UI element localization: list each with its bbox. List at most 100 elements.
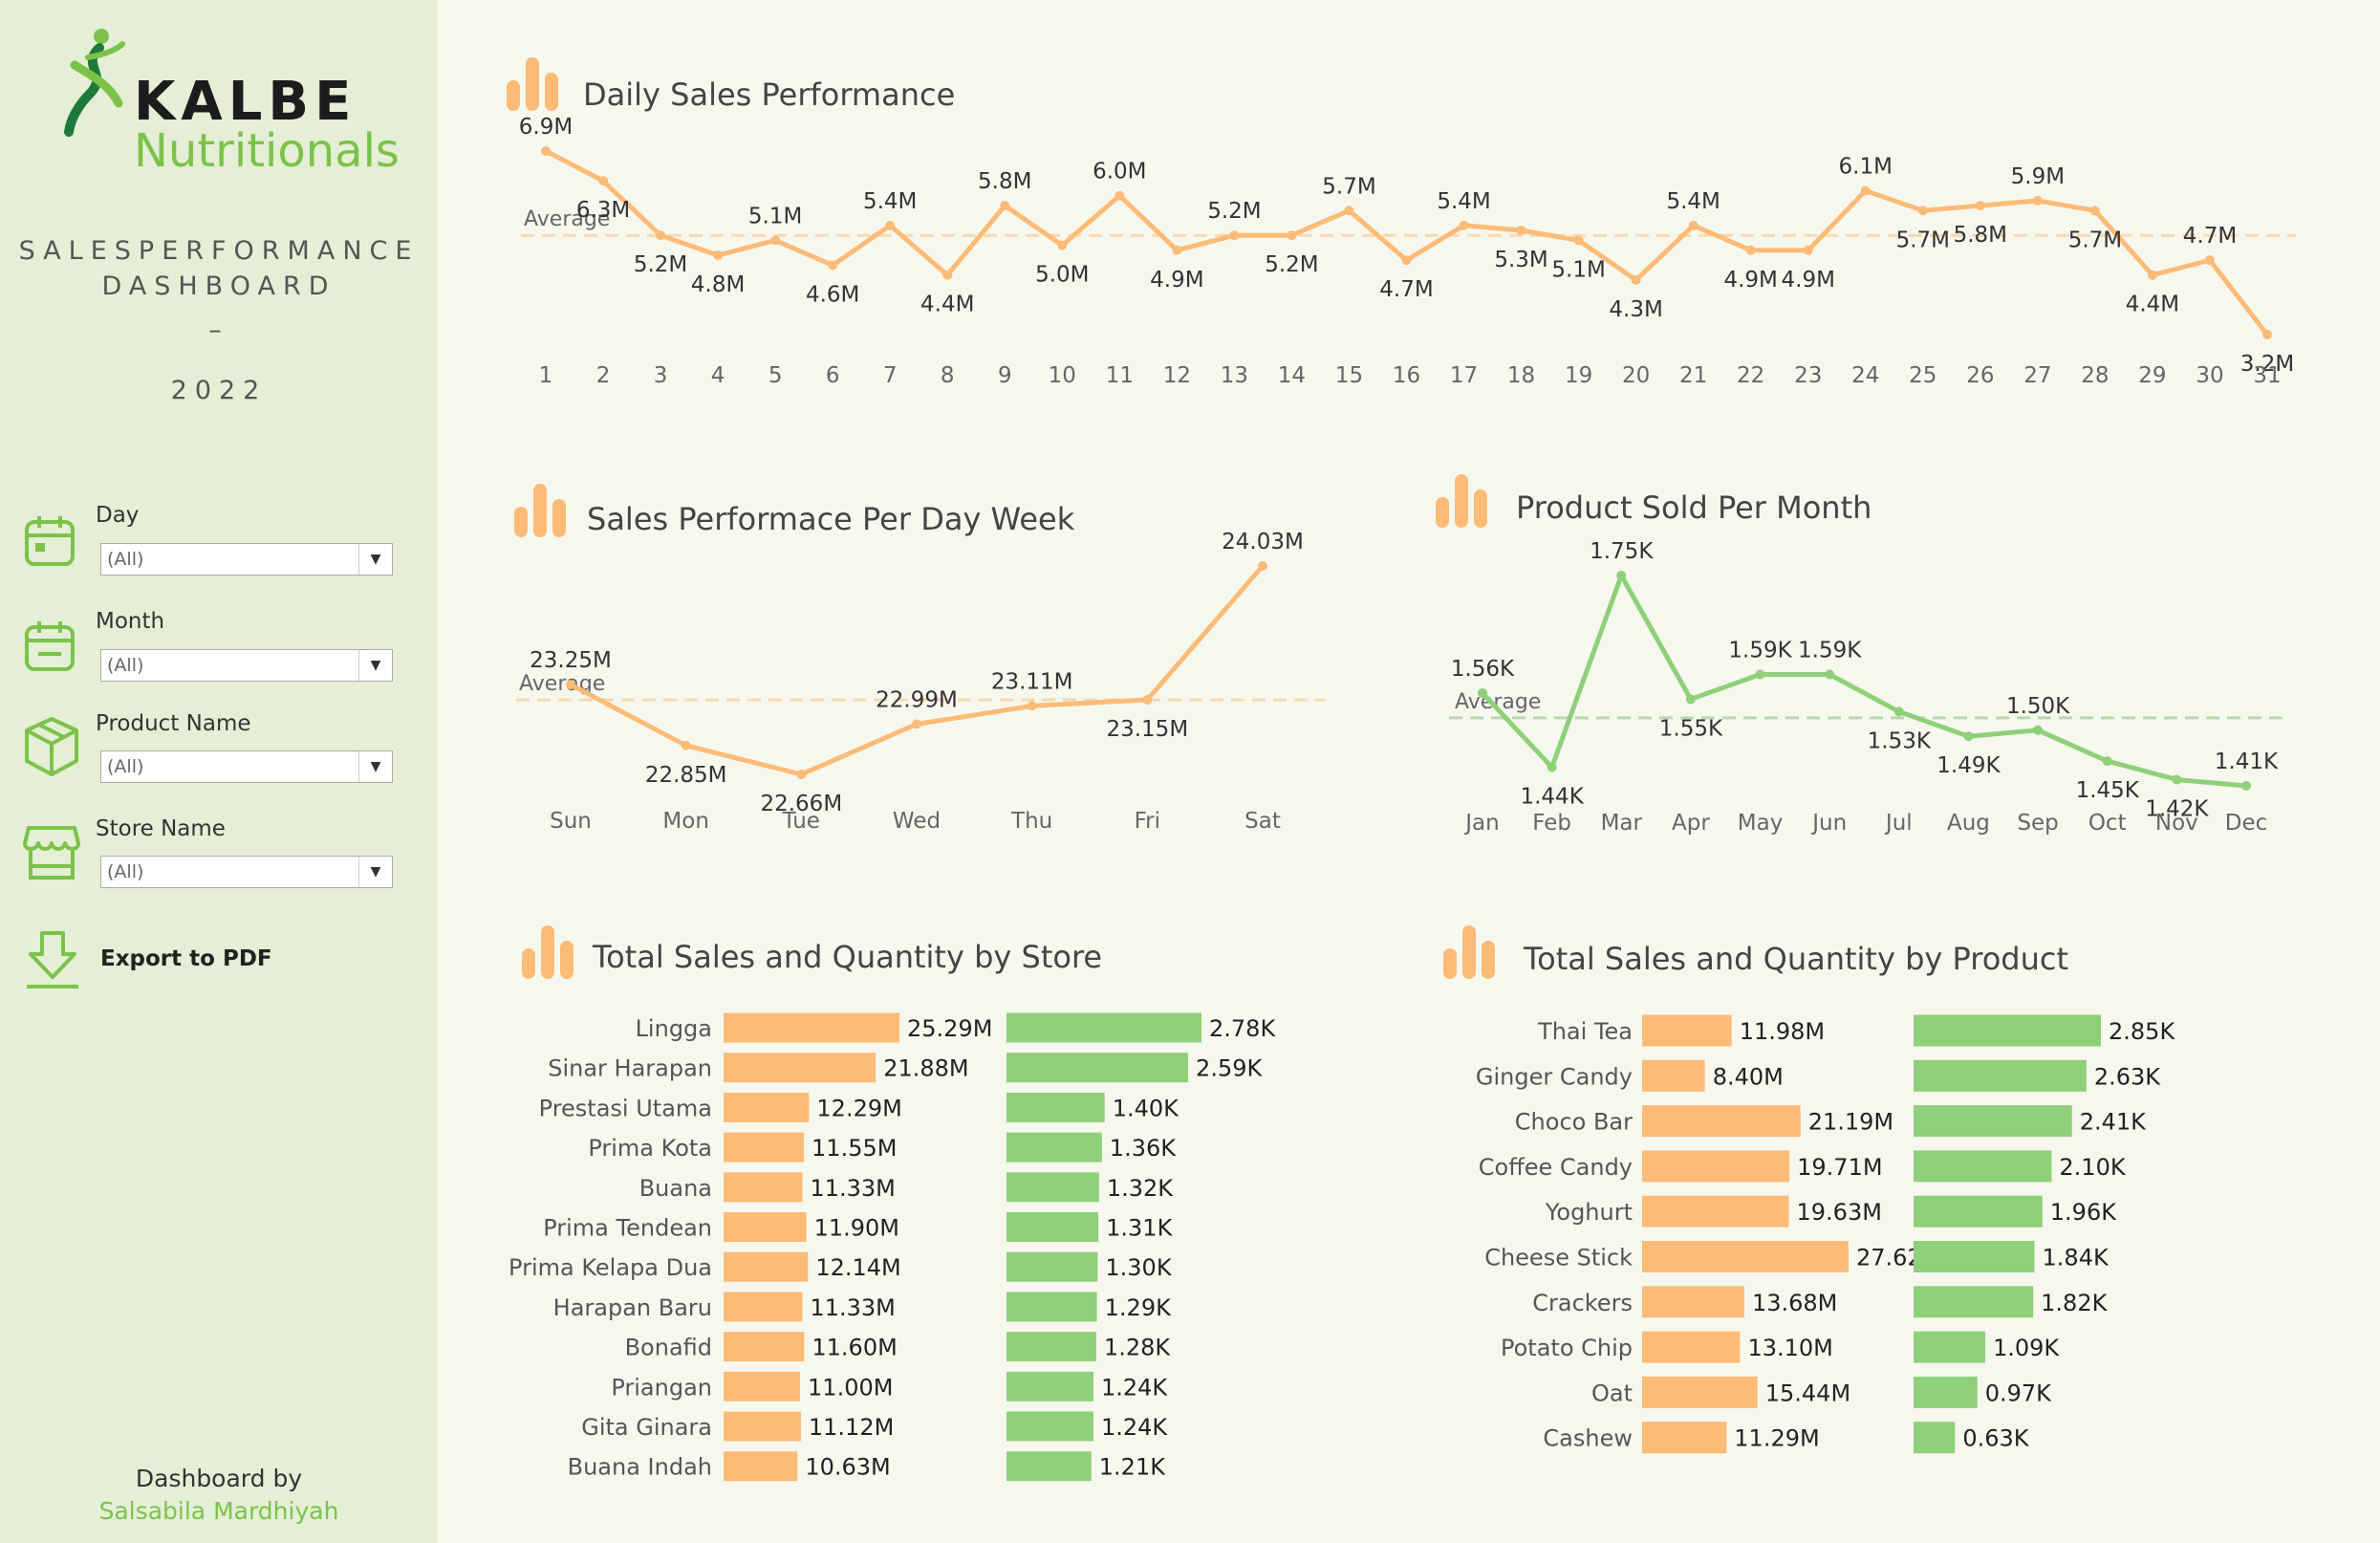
weekday-data-label: 23.11M	[991, 669, 1073, 694]
monthly-point	[2241, 781, 2251, 791]
monthly-data-label: 1.56K	[1451, 657, 1515, 682]
daily-tick-label: 29	[2138, 363, 2166, 388]
store-value-label: 11.33M	[810, 1294, 895, 1321]
store-bar	[1006, 1292, 1097, 1322]
monthly-tick-label: Feb	[1532, 811, 1571, 836]
product-bar	[1642, 1286, 1744, 1318]
daily-tick-label: 13	[1221, 363, 1248, 388]
daily-data-label: 6.3M	[576, 198, 630, 223]
daily-point	[1057, 240, 1068, 250]
daily-tick-label: 19	[1565, 363, 1592, 388]
daily-tick-label: 21	[1679, 363, 1707, 388]
daily-data-label: 6.1M	[1839, 155, 1893, 180]
daily-data-label: 4.4M	[2126, 293, 2179, 317]
weekday-tick-label: Sun	[550, 809, 592, 834]
weekday-tick-label: Sat	[1244, 809, 1281, 834]
daily-data-label: 4.4M	[920, 293, 974, 317]
monthly-data-label: 1.55K	[1659, 716, 1723, 741]
product-category-label: Cashew	[1543, 1425, 1633, 1452]
store-bar	[724, 1451, 798, 1482]
weekday-data-label: 22.99M	[876, 687, 958, 712]
monthly-data-label: 1.41K	[2215, 750, 2279, 774]
daily-data-label: 5.3M	[1494, 248, 1547, 272]
daily-data-label: 4.9M	[1782, 268, 1835, 293]
daily-tick-label: 26	[1966, 363, 1994, 388]
store-value-label: 11.12M	[809, 1414, 894, 1441]
store-category-label: Prima Kelapa Dua	[508, 1254, 712, 1281]
product-bar	[1914, 1376, 1978, 1408]
product-bar	[1642, 1059, 1705, 1092]
weekday-point	[1258, 561, 1267, 571]
store-bar	[724, 1292, 803, 1322]
store-bar	[1006, 1132, 1102, 1163]
monthly-tick-label: Mar	[1601, 811, 1643, 836]
daily-tick-label: 23	[1794, 363, 1822, 388]
daily-point	[2262, 330, 2272, 339]
daily-tick-label: 6	[826, 363, 840, 388]
daily-tick-label: 28	[2081, 363, 2109, 388]
daily-point	[2032, 195, 2043, 206]
product-category-label: Thai Tea	[1537, 1018, 1633, 1045]
store-value-label: 11.55M	[811, 1135, 897, 1162]
product-category-label: Yoghurt	[1545, 1199, 1633, 1226]
daily-point	[541, 146, 551, 156]
store-bar	[724, 1053, 876, 1083]
daily-point	[1287, 230, 1297, 241]
store-value-label: 1.40K	[1113, 1095, 1179, 1121]
daily-data-label: 5.0M	[1035, 263, 1089, 288]
daily-point	[598, 176, 609, 186]
store-category-label: Prima Kota	[588, 1135, 712, 1162]
product-category-label: Ginger Candy	[1476, 1063, 1633, 1090]
product-value-label: 13.68M	[1752, 1290, 1837, 1316]
daily-data-label: 6.0M	[1093, 160, 1146, 185]
monthly-tick-label: Jan	[1463, 811, 1499, 836]
product-bar	[1914, 1286, 2034, 1318]
store-bar	[724, 1212, 807, 1242]
store-value-label: 1.32K	[1107, 1175, 1174, 1202]
store-value-label: 2.59K	[1196, 1055, 1263, 1082]
daily-data-label: 5.4M	[1437, 189, 1490, 214]
product-category-label: Crackers	[1532, 1290, 1633, 1316]
product-value-label: 2.10K	[2059, 1154, 2126, 1181]
weekday-point	[796, 770, 807, 779]
daily-sales-chart: Average 6.9M 1 6.3M 2 5.2M 3 4.8M 4 5.1M 5 4.6M 6 5.4…	[508, 115, 2296, 1482]
store-bar	[724, 1371, 801, 1402]
daily-data-label: 6.9M	[519, 115, 573, 140]
daily-tick-label: 2	[596, 363, 611, 388]
daily-tick-label: 12	[1163, 363, 1191, 388]
store-category-label: Buana Indah	[568, 1454, 712, 1481]
monthly-tick-label: Apr	[1672, 811, 1710, 836]
monthly-tick-label: Oct	[2088, 811, 2127, 836]
daily-tick-label: 17	[1450, 363, 1478, 388]
daily-tick-label: 7	[883, 363, 898, 388]
daily-tick-label: 24	[1851, 363, 1879, 388]
daily-point	[1745, 245, 1756, 255]
daily-data-label: 5.7M	[1896, 228, 1950, 252]
product-value-label: 1.96K	[2050, 1199, 2117, 1226]
product-value-label: 13.10M	[1747, 1335, 1832, 1361]
product-value-label: 21.19M	[1808, 1109, 1893, 1136]
daily-point	[1975, 201, 1985, 211]
daily-series-line	[544, 148, 2269, 337]
weekday-data-label: 23.25M	[530, 648, 612, 673]
store-category-label: Prestasi Utama	[539, 1095, 712, 1121]
product-value-label: 19.71M	[1797, 1154, 1882, 1181]
daily-data-label: 5.1M	[748, 204, 802, 228]
daily-point	[656, 230, 666, 241]
store-value-label: 11.60M	[811, 1335, 897, 1361]
product-value-label: 19.63M	[1797, 1199, 1882, 1226]
daily-tick-label: 9	[998, 363, 1012, 388]
daily-point	[770, 235, 781, 246]
store-bar	[724, 1332, 805, 1362]
daily-data-label: 4.7M	[2183, 224, 2237, 249]
product-value-label: 11.29M	[1734, 1425, 1819, 1452]
daily-point	[1688, 220, 1698, 230]
monthly-data-label: 1.44K	[1520, 785, 1584, 810]
daily-tick-label: 8	[941, 363, 955, 388]
store-value-label: 1.31K	[1106, 1215, 1173, 1242]
product-bar	[1914, 1014, 2101, 1047]
daily-data-label: 5.2M	[634, 252, 687, 277]
store-bar	[1006, 1332, 1096, 1362]
monthly-data-label: 1.75K	[1590, 539, 1654, 564]
weekday-point	[1142, 695, 1153, 706]
